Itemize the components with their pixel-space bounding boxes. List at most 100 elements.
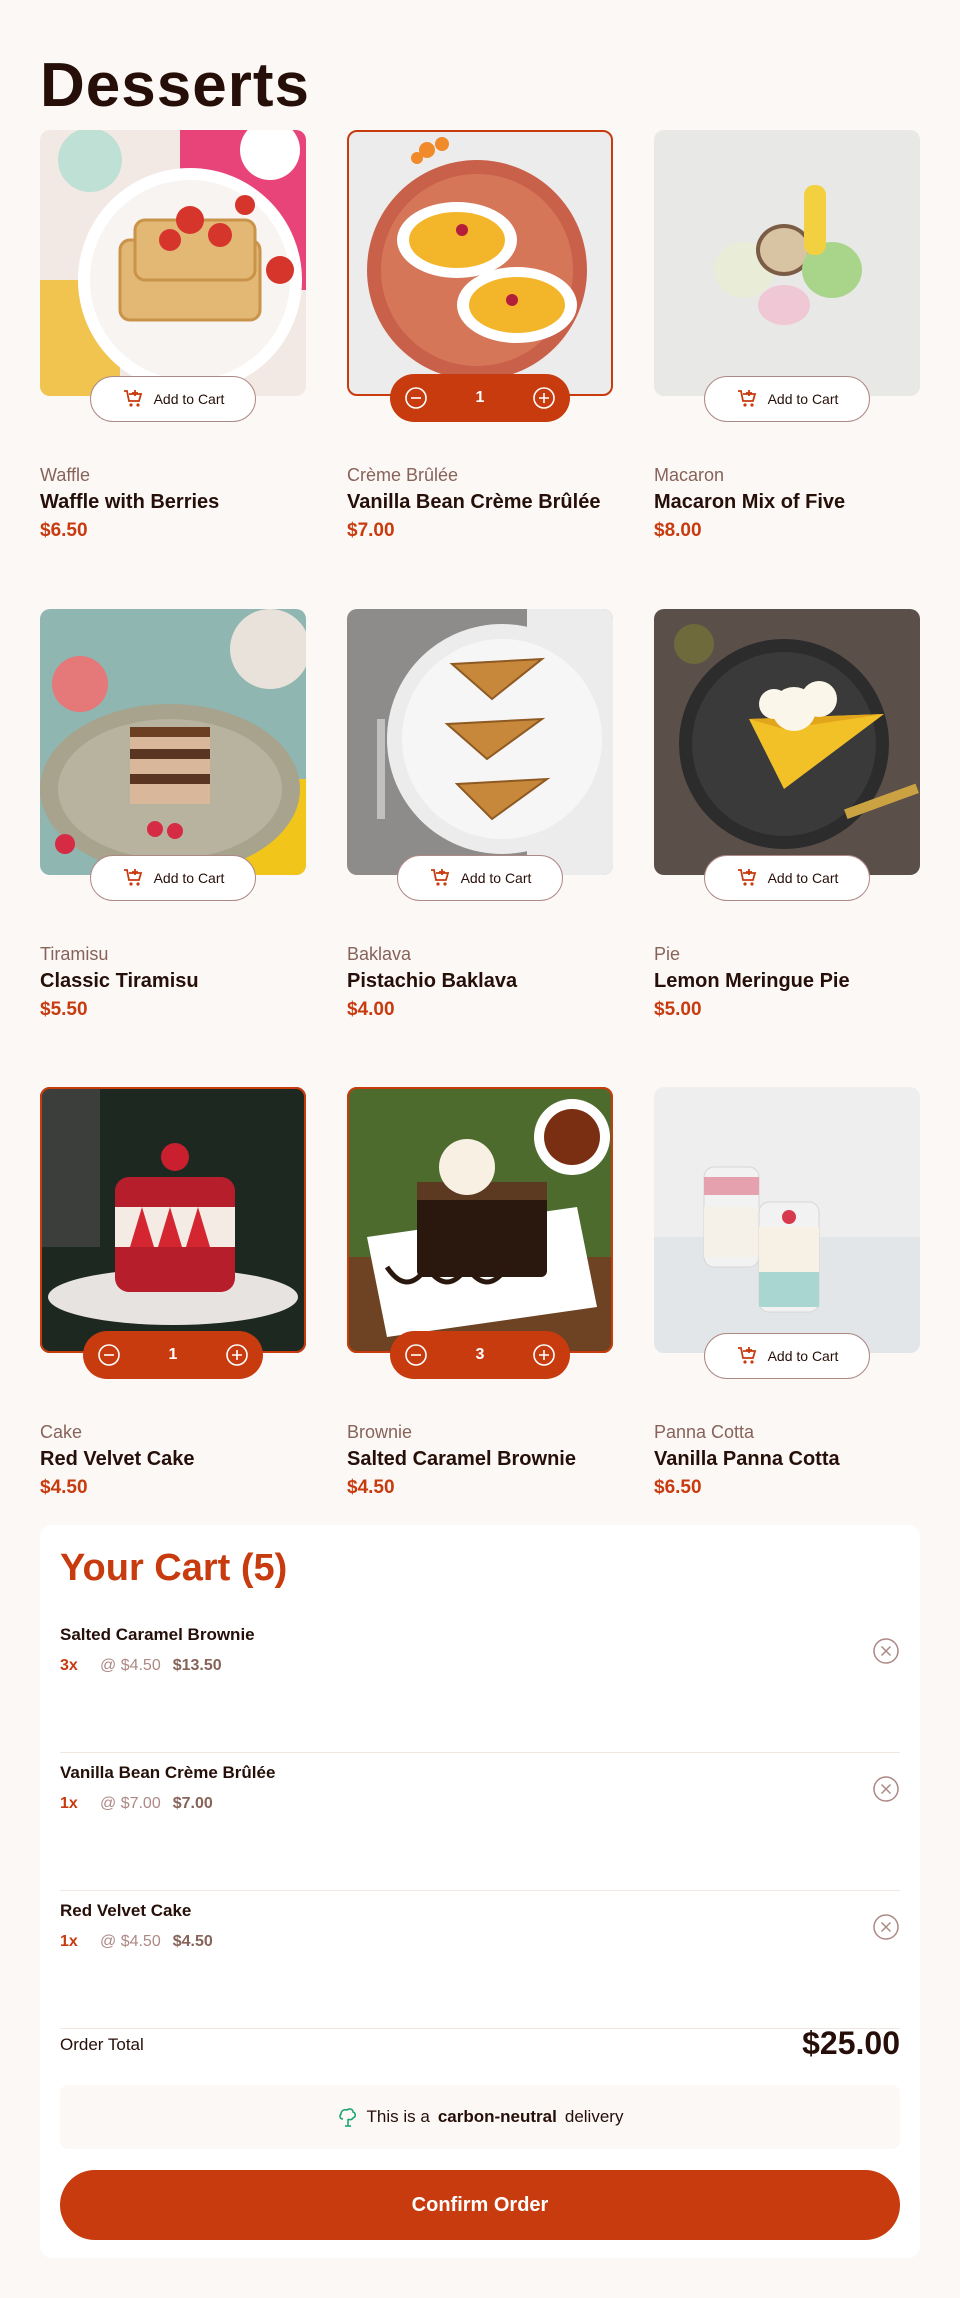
order-total-row: Order Total $25.00 xyxy=(60,2025,900,2065)
quantity-value: 1 xyxy=(168,1346,178,1363)
product-price: $6.50 xyxy=(40,520,88,541)
product-name: Vanilla Bean Crème Brûlée xyxy=(347,491,601,513)
product-card-brownie: 3 Brownie Salted Caramel Brownie $4.50 xyxy=(347,1087,613,1498)
order-total-value: $25.00 xyxy=(802,2025,900,2061)
product-price: $6.50 xyxy=(654,1477,702,1498)
product-card-panna-cotta: Add to Cart Panna Cotta Vanilla Panna Co… xyxy=(654,1087,920,1498)
product-image-macaron xyxy=(654,130,920,396)
add-to-cart-label: Add to Cart xyxy=(767,391,839,407)
product-card-tiramisu: Add to Cart Tiramisu Classic Tiramisu $5… xyxy=(40,609,306,1020)
product-name: Vanilla Panna Cotta xyxy=(654,1448,840,1470)
add-to-cart-label: Add to Cart xyxy=(767,1348,839,1364)
increment-icon[interactable] xyxy=(225,1343,249,1367)
product-category: Waffle xyxy=(40,465,91,485)
product-category: Panna Cotta xyxy=(654,1422,755,1442)
cart-item: Vanilla Bean Crème Brûlée 1x @ $7.00 $7.… xyxy=(60,1753,900,1891)
product-category: Brownie xyxy=(347,1422,413,1442)
cart-panel: Your Cart (5) Salted Caramel Brownie 3x … xyxy=(40,1525,920,2258)
product-card-pie: Add to Cart Pie Lemon Meringue Pie $5.00 xyxy=(654,609,920,1020)
cart-item-total: $7.00 xyxy=(172,1795,213,1812)
add-to-cart-icon xyxy=(123,869,142,886)
product-card-red-velvet-cake: 1 Cake Red Velvet Cake $4.50 xyxy=(40,1087,306,1498)
product-image-waffle xyxy=(40,130,306,396)
product-card-macaron: Add to Cart Macaron Macaron Mix of Five … xyxy=(654,130,920,541)
product-category: Macaron xyxy=(654,465,725,485)
cart-item-qty: 1x xyxy=(60,1795,78,1812)
add-to-cart-icon xyxy=(430,869,449,886)
quantity-stepper[interactable]: 1 xyxy=(83,1331,263,1379)
carbon-text-bold: carbon-neutral xyxy=(437,2107,557,2126)
add-to-cart-button[interactable]: Add to Cart xyxy=(90,855,256,901)
carbon-neutral-notice: This is a carbon-neutral delivery xyxy=(60,2085,900,2149)
increment-icon[interactable] xyxy=(532,1343,556,1367)
order-total-label: Order Total xyxy=(60,2035,144,2054)
product-card-creme-brulee: 1 Crème Brûlée Vanilla Bean Crème Brûlée… xyxy=(347,130,613,541)
add-to-cart-button[interactable]: Add to Cart xyxy=(704,855,870,901)
add-to-cart-label: Add to Cart xyxy=(153,391,225,407)
product-price: $5.50 xyxy=(40,999,88,1020)
product-name: Salted Caramel Brownie xyxy=(347,1448,576,1470)
product-category: Baklava xyxy=(347,944,412,964)
cart-item-unit-price: @ $4.50 xyxy=(100,1933,161,1950)
cart-item-qty: 1x xyxy=(60,1933,78,1950)
cart-item-unit-price: @ $4.50 xyxy=(100,1657,161,1674)
cart-item-unit-price: @ $7.00 xyxy=(100,1795,161,1812)
tree-icon xyxy=(338,2108,356,2127)
product-card-baklava: Add to Cart Baklava Pistachio Baklava $4… xyxy=(347,609,613,1020)
product-category: Pie xyxy=(654,944,681,964)
carbon-text-suffix: delivery xyxy=(564,2107,624,2126)
product-name: Lemon Meringue Pie xyxy=(654,970,850,992)
remove-item-icon[interactable] xyxy=(872,1637,900,1665)
remove-item-icon[interactable] xyxy=(872,1913,900,1941)
quantity-stepper[interactable]: 1 xyxy=(390,374,570,422)
product-image-creme-brulee xyxy=(347,130,613,396)
add-to-cart-icon xyxy=(737,1347,756,1364)
add-to-cart-icon xyxy=(123,390,142,407)
add-to-cart-icon xyxy=(737,869,756,886)
product-price: $5.00 xyxy=(654,999,702,1020)
cart-item: Red Velvet Cake 1x @ $4.50 $4.50 xyxy=(60,1891,900,2029)
product-name: Classic Tiramisu xyxy=(40,970,199,992)
add-to-cart-button[interactable]: Add to Cart xyxy=(90,376,256,422)
cart-item-total: $13.50 xyxy=(172,1657,222,1674)
product-price: $4.50 xyxy=(40,1477,88,1498)
decrement-icon[interactable] xyxy=(404,1343,428,1367)
product-image-panna-cotta xyxy=(654,1087,920,1353)
quantity-stepper[interactable]: 3 xyxy=(390,1331,570,1379)
product-name: Pistachio Baklava xyxy=(347,970,518,992)
product-image-tiramisu xyxy=(40,609,306,875)
cart-item-meta: 3x @ $4.50 $13.50 xyxy=(60,1657,222,1675)
product-name: Waffle with Berries xyxy=(40,491,220,513)
carbon-text-prefix: This is a xyxy=(366,2107,430,2126)
product-price: $7.00 xyxy=(347,520,395,541)
add-to-cart-button[interactable]: Add to Cart xyxy=(704,376,870,422)
confirm-order-button[interactable]: Confirm Order xyxy=(60,2170,900,2240)
product-image-red-velvet-cake xyxy=(40,1087,306,1353)
product-category: Tiramisu xyxy=(40,944,109,964)
product-name: Red Velvet Cake xyxy=(40,1448,195,1470)
quantity-value: 3 xyxy=(475,1346,485,1363)
page-title: Desserts xyxy=(40,51,310,120)
product-price: $4.00 xyxy=(347,999,395,1020)
cart-item-name: Red Velvet Cake xyxy=(60,1901,192,1920)
decrement-icon[interactable] xyxy=(404,386,428,410)
add-to-cart-icon xyxy=(737,390,756,407)
cart-item-meta: 1x @ $7.00 $7.00 xyxy=(60,1795,213,1813)
add-to-cart-button[interactable]: Add to Cart xyxy=(397,855,563,901)
decrement-icon[interactable] xyxy=(97,1343,121,1367)
increment-icon[interactable] xyxy=(532,386,556,410)
product-card-waffle: Add to Cart Waffle Waffle with Berries $… xyxy=(40,130,306,541)
remove-item-icon[interactable] xyxy=(872,1775,900,1803)
add-to-cart-label: Add to Cart xyxy=(460,870,532,886)
add-to-cart-label: Add to Cart xyxy=(153,870,225,886)
product-image-pie xyxy=(654,609,920,875)
add-to-cart-label: Add to Cart xyxy=(767,870,839,886)
cart-item-total: $4.50 xyxy=(172,1933,213,1950)
cart-item-name: Vanilla Bean Crème Brûlée xyxy=(60,1763,276,1782)
product-category: Cake xyxy=(40,1422,83,1442)
product-image-baklava xyxy=(347,609,613,875)
add-to-cart-button[interactable]: Add to Cart xyxy=(704,1333,870,1379)
cart-item-meta: 1x @ $4.50 $4.50 xyxy=(60,1933,213,1951)
cart-item-qty: 3x xyxy=(60,1657,78,1674)
cart-item-name: Salted Caramel Brownie xyxy=(60,1625,255,1644)
